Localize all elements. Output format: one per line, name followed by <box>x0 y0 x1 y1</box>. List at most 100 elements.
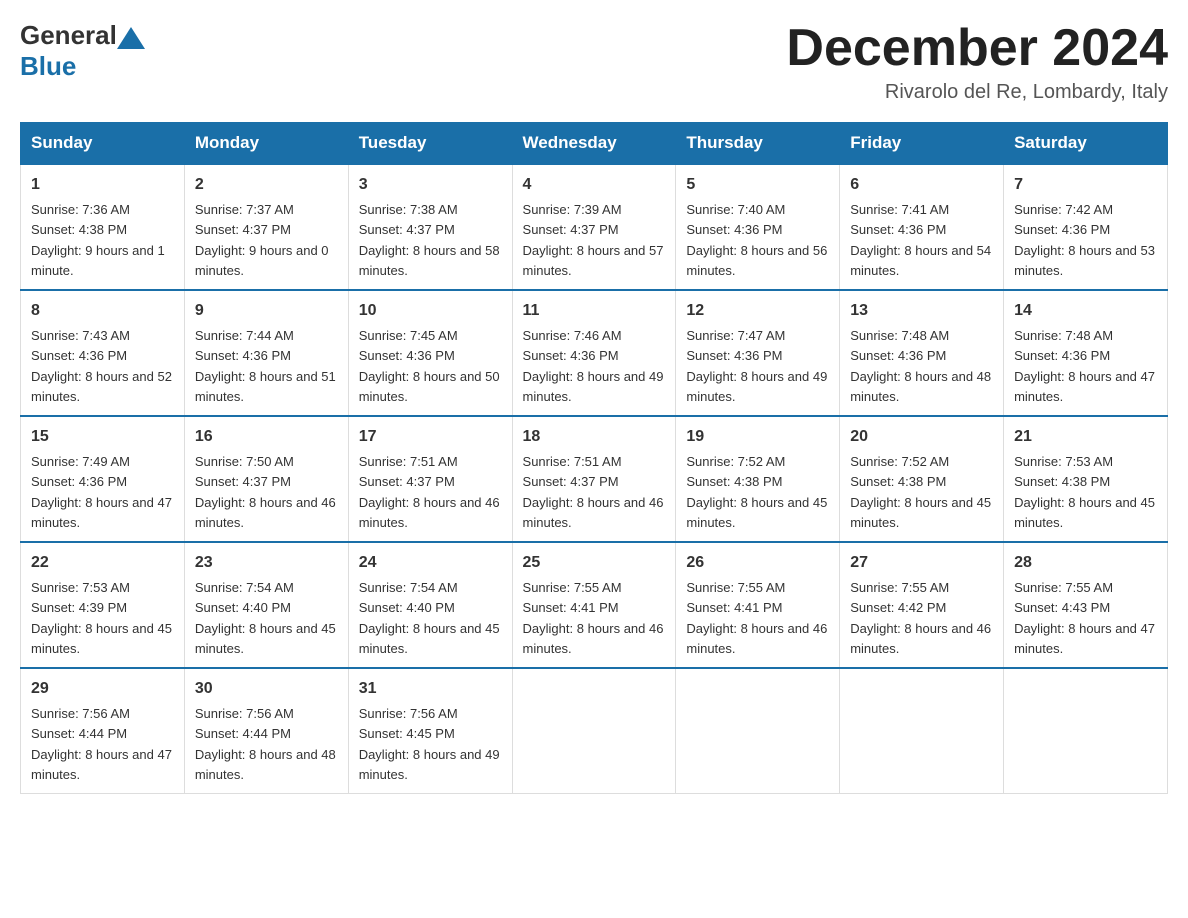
day-info: Sunrise: 7:48 AMSunset: 4:36 PMDaylight:… <box>850 328 991 404</box>
day-info: Sunrise: 7:45 AMSunset: 4:36 PMDaylight:… <box>359 328 500 404</box>
calendar-cell: 10 Sunrise: 7:45 AMSunset: 4:36 PMDaylig… <box>348 290 512 416</box>
day-info: Sunrise: 7:40 AMSunset: 4:36 PMDaylight:… <box>686 202 827 278</box>
day-number: 11 <box>523 299 666 323</box>
calendar-cell: 28 Sunrise: 7:55 AMSunset: 4:43 PMDaylig… <box>1004 542 1168 668</box>
calendar-table: SundayMondayTuesdayWednesdayThursdayFrid… <box>20 122 1168 794</box>
day-number: 10 <box>359 299 502 323</box>
day-number: 15 <box>31 425 174 449</box>
logo-blue-text: Blue <box>20 51 145 82</box>
day-info: Sunrise: 7:51 AMSunset: 4:37 PMDaylight:… <box>523 454 664 530</box>
calendar-week-row: 8 Sunrise: 7:43 AMSunset: 4:36 PMDayligh… <box>21 290 1168 416</box>
day-number: 20 <box>850 425 993 449</box>
day-number: 31 <box>359 677 502 701</box>
day-number: 4 <box>523 173 666 197</box>
calendar-cell: 29 Sunrise: 7:56 AMSunset: 4:44 PMDaylig… <box>21 668 185 794</box>
day-number: 23 <box>195 551 338 575</box>
day-info: Sunrise: 7:52 AMSunset: 4:38 PMDaylight:… <box>686 454 827 530</box>
calendar-cell: 11 Sunrise: 7:46 AMSunset: 4:36 PMDaylig… <box>512 290 676 416</box>
calendar-cell <box>1004 668 1168 794</box>
day-number: 24 <box>359 551 502 575</box>
day-info: Sunrise: 7:47 AMSunset: 4:36 PMDaylight:… <box>686 328 827 404</box>
calendar-cell <box>676 668 840 794</box>
calendar-cell: 30 Sunrise: 7:56 AMSunset: 4:44 PMDaylig… <box>184 668 348 794</box>
day-number: 29 <box>31 677 174 701</box>
calendar-cell: 3 Sunrise: 7:38 AMSunset: 4:37 PMDayligh… <box>348 164 512 290</box>
day-number: 13 <box>850 299 993 323</box>
day-number: 22 <box>31 551 174 575</box>
calendar-cell <box>512 668 676 794</box>
calendar-cell: 8 Sunrise: 7:43 AMSunset: 4:36 PMDayligh… <box>21 290 185 416</box>
calendar-cell: 27 Sunrise: 7:55 AMSunset: 4:42 PMDaylig… <box>840 542 1004 668</box>
day-number: 30 <box>195 677 338 701</box>
calendar-cell: 21 Sunrise: 7:53 AMSunset: 4:38 PMDaylig… <box>1004 416 1168 542</box>
calendar-cell: 19 Sunrise: 7:52 AMSunset: 4:38 PMDaylig… <box>676 416 840 542</box>
day-info: Sunrise: 7:52 AMSunset: 4:38 PMDaylight:… <box>850 454 991 530</box>
calendar-cell: 15 Sunrise: 7:49 AMSunset: 4:36 PMDaylig… <box>21 416 185 542</box>
calendar-cell: 6 Sunrise: 7:41 AMSunset: 4:36 PMDayligh… <box>840 164 1004 290</box>
day-info: Sunrise: 7:55 AMSunset: 4:42 PMDaylight:… <box>850 580 991 656</box>
day-info: Sunrise: 7:55 AMSunset: 4:43 PMDaylight:… <box>1014 580 1155 656</box>
month-title: December 2024 <box>786 20 1168 77</box>
day-number: 8 <box>31 299 174 323</box>
calendar-header-row: SundayMondayTuesdayWednesdayThursdayFrid… <box>21 123 1168 165</box>
day-number: 18 <box>523 425 666 449</box>
day-info: Sunrise: 7:53 AMSunset: 4:38 PMDaylight:… <box>1014 454 1155 530</box>
day-info: Sunrise: 7:39 AMSunset: 4:37 PMDaylight:… <box>523 202 664 278</box>
calendar-cell: 24 Sunrise: 7:54 AMSunset: 4:40 PMDaylig… <box>348 542 512 668</box>
day-number: 14 <box>1014 299 1157 323</box>
day-info: Sunrise: 7:37 AMSunset: 4:37 PMDaylight:… <box>195 202 329 278</box>
day-info: Sunrise: 7:56 AMSunset: 4:45 PMDaylight:… <box>359 706 500 782</box>
calendar-cell: 23 Sunrise: 7:54 AMSunset: 4:40 PMDaylig… <box>184 542 348 668</box>
day-info: Sunrise: 7:49 AMSunset: 4:36 PMDaylight:… <box>31 454 172 530</box>
column-header-monday: Monday <box>184 123 348 165</box>
location-subtitle: Rivarolo del Re, Lombardy, Italy <box>786 81 1168 104</box>
day-info: Sunrise: 7:55 AMSunset: 4:41 PMDaylight:… <box>686 580 827 656</box>
day-number: 6 <box>850 173 993 197</box>
day-info: Sunrise: 7:56 AMSunset: 4:44 PMDaylight:… <box>195 706 336 782</box>
day-number: 21 <box>1014 425 1157 449</box>
day-info: Sunrise: 7:44 AMSunset: 4:36 PMDaylight:… <box>195 328 336 404</box>
day-number: 7 <box>1014 173 1157 197</box>
title-section: December 2024 Rivarolo del Re, Lombardy,… <box>786 20 1168 104</box>
day-info: Sunrise: 7:42 AMSunset: 4:36 PMDaylight:… <box>1014 202 1155 278</box>
calendar-cell: 5 Sunrise: 7:40 AMSunset: 4:36 PMDayligh… <box>676 164 840 290</box>
day-number: 1 <box>31 173 174 197</box>
calendar-cell: 2 Sunrise: 7:37 AMSunset: 4:37 PMDayligh… <box>184 164 348 290</box>
calendar-cell: 1 Sunrise: 7:36 AMSunset: 4:38 PMDayligh… <box>21 164 185 290</box>
day-info: Sunrise: 7:36 AMSunset: 4:38 PMDaylight:… <box>31 202 165 278</box>
calendar-cell: 12 Sunrise: 7:47 AMSunset: 4:36 PMDaylig… <box>676 290 840 416</box>
day-number: 9 <box>195 299 338 323</box>
logo-general-text: General <box>20 20 117 51</box>
column-header-friday: Friday <box>840 123 1004 165</box>
calendar-cell: 13 Sunrise: 7:48 AMSunset: 4:36 PMDaylig… <box>840 290 1004 416</box>
calendar-cell: 20 Sunrise: 7:52 AMSunset: 4:38 PMDaylig… <box>840 416 1004 542</box>
page-header: General Blue December 2024 Rivarolo del … <box>20 20 1168 104</box>
column-header-sunday: Sunday <box>21 123 185 165</box>
calendar-cell: 4 Sunrise: 7:39 AMSunset: 4:37 PMDayligh… <box>512 164 676 290</box>
calendar-cell: 22 Sunrise: 7:53 AMSunset: 4:39 PMDaylig… <box>21 542 185 668</box>
day-number: 25 <box>523 551 666 575</box>
calendar-cell: 18 Sunrise: 7:51 AMSunset: 4:37 PMDaylig… <box>512 416 676 542</box>
day-info: Sunrise: 7:55 AMSunset: 4:41 PMDaylight:… <box>523 580 664 656</box>
day-info: Sunrise: 7:43 AMSunset: 4:36 PMDaylight:… <box>31 328 172 404</box>
day-info: Sunrise: 7:51 AMSunset: 4:37 PMDaylight:… <box>359 454 500 530</box>
day-number: 17 <box>359 425 502 449</box>
column-header-saturday: Saturday <box>1004 123 1168 165</box>
day-number: 2 <box>195 173 338 197</box>
day-number: 16 <box>195 425 338 449</box>
calendar-cell: 17 Sunrise: 7:51 AMSunset: 4:37 PMDaylig… <box>348 416 512 542</box>
day-info: Sunrise: 7:38 AMSunset: 4:37 PMDaylight:… <box>359 202 500 278</box>
day-info: Sunrise: 7:53 AMSunset: 4:39 PMDaylight:… <box>31 580 172 656</box>
calendar-week-row: 29 Sunrise: 7:56 AMSunset: 4:44 PMDaylig… <box>21 668 1168 794</box>
logo-triangle-icon <box>117 27 145 49</box>
day-number: 12 <box>686 299 829 323</box>
day-number: 27 <box>850 551 993 575</box>
day-info: Sunrise: 7:50 AMSunset: 4:37 PMDaylight:… <box>195 454 336 530</box>
calendar-cell: 7 Sunrise: 7:42 AMSunset: 4:36 PMDayligh… <box>1004 164 1168 290</box>
calendar-week-row: 22 Sunrise: 7:53 AMSunset: 4:39 PMDaylig… <box>21 542 1168 668</box>
calendar-cell: 26 Sunrise: 7:55 AMSunset: 4:41 PMDaylig… <box>676 542 840 668</box>
day-number: 3 <box>359 173 502 197</box>
day-number: 26 <box>686 551 829 575</box>
day-info: Sunrise: 7:41 AMSunset: 4:36 PMDaylight:… <box>850 202 991 278</box>
calendar-week-row: 1 Sunrise: 7:36 AMSunset: 4:38 PMDayligh… <box>21 164 1168 290</box>
